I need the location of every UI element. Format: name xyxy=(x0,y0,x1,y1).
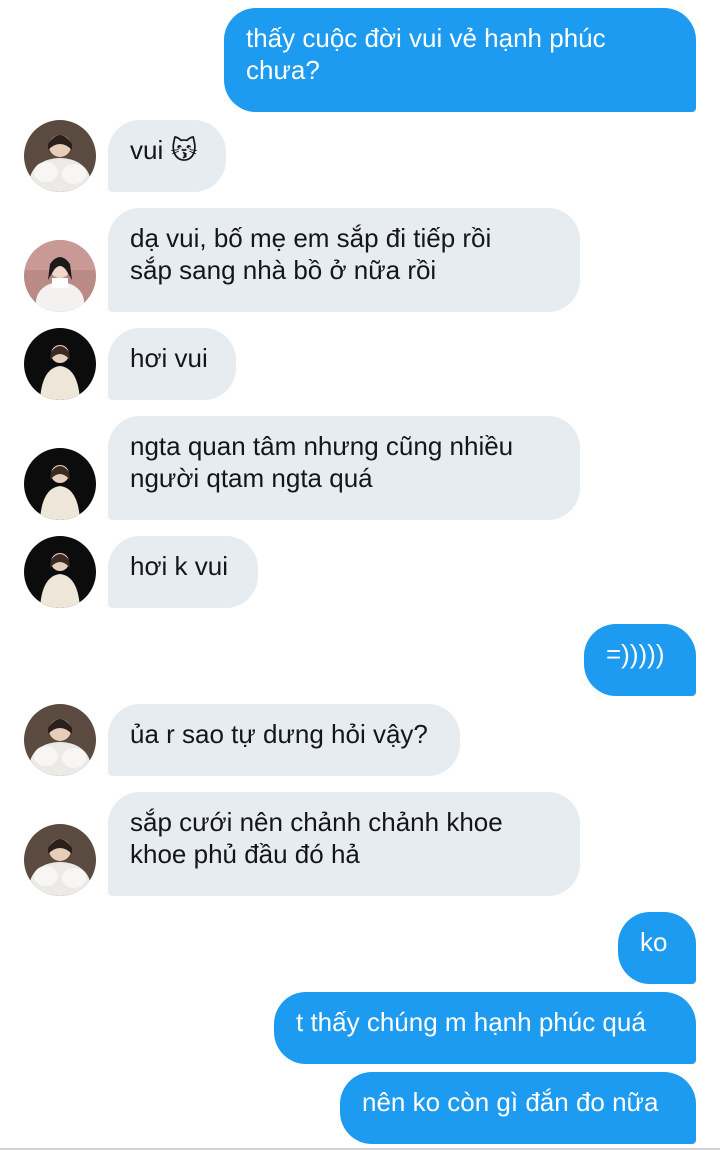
message-bubble-incoming[interactable]: hơi vui xyxy=(108,328,236,400)
contact-avatar[interactable] xyxy=(24,120,96,192)
message-text: ủa r sao tự dưng hỏi vậy? xyxy=(130,719,428,749)
message-text: hơi vui xyxy=(130,343,208,373)
message-text-line2: người qtam ngta quá xyxy=(130,463,373,493)
contact-avatar[interactable] xyxy=(24,704,96,776)
message-bubble-outgoing[interactable]: ko xyxy=(618,912,696,984)
message-text: hơi k vui xyxy=(130,551,228,581)
message-bubble-incoming[interactable]: hơi k vui xyxy=(108,536,258,608)
message-bubble-incoming[interactable]: vui 😽 xyxy=(108,120,226,192)
message-text-line2: sắp sang nhà bồ ở nữa rồi xyxy=(130,255,437,285)
message-bubble-incoming[interactable]: ngta quan tâm nhưng cũng nhiều người qta… xyxy=(108,416,580,520)
chat-thread: thấy cuộc đời vui vẻ hạnh phúc chưa? vui… xyxy=(0,0,720,1150)
message-bubble-outgoing[interactable]: thấy cuộc đời vui vẻ hạnh phúc chưa? xyxy=(224,8,696,112)
message-bubble-outgoing[interactable]: nên ko còn gì đắn đo nữa xyxy=(340,1072,696,1144)
message-text: thấy cuộc đời vui vẻ hạnh phúc xyxy=(246,23,606,53)
message-bubble-incoming[interactable]: dạ vui, bố mẹ em sắp đi tiếp rồi sắp san… xyxy=(108,208,580,312)
message-text: sắp cưới nên chảnh chảnh khoe xyxy=(130,807,503,837)
contact-avatar[interactable] xyxy=(24,824,96,896)
message-text: ngta quan tâm nhưng cũng nhiều xyxy=(130,431,514,461)
message-text: vui xyxy=(130,135,164,165)
message-bubble-outgoing[interactable]: =))))) xyxy=(584,624,696,696)
contact-avatar[interactable] xyxy=(24,328,96,400)
message-bubble-incoming[interactable]: ủa r sao tự dưng hỏi vậy? xyxy=(108,704,460,776)
contact-avatar[interactable] xyxy=(24,448,96,520)
message-text: nên ko còn gì đắn đo nữa xyxy=(362,1087,659,1117)
message-text: t thấy chúng m hạnh phúc quá xyxy=(296,1007,646,1037)
cat-emoji-icon: 😽 xyxy=(170,135,198,165)
message-text-line2: chưa? xyxy=(246,55,320,85)
contact-avatar[interactable] xyxy=(24,536,96,608)
message-text: dạ vui, bố mẹ em sắp đi tiếp rồi xyxy=(130,223,492,253)
message-text-line2: khoe phủ đầu đó hả xyxy=(130,839,360,869)
contact-avatar[interactable] xyxy=(24,240,96,312)
message-text: ko xyxy=(640,927,668,957)
message-bubble-outgoing[interactable]: t thấy chúng m hạnh phúc quá xyxy=(274,992,696,1064)
message-text: =))))) xyxy=(606,639,665,669)
message-bubble-incoming[interactable]: sắp cưới nên chảnh chảnh khoe khoe phủ đ… xyxy=(108,792,580,896)
